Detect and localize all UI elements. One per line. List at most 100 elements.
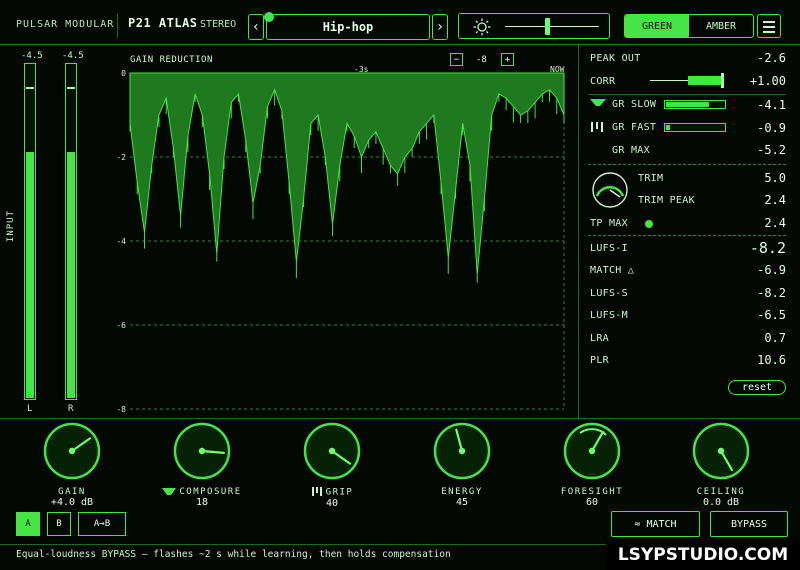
hamburger-icon-line <box>763 26 775 28</box>
time-marker-label: -3s <box>354 65 369 74</box>
watermark: LSYPSTUDIO.COM <box>606 539 800 570</box>
knob-label: COMPOSURE <box>157 487 247 497</box>
tp-max-indicator <box>645 220 653 228</box>
theme-green-option[interactable]: GREEN <box>625 15 689 37</box>
knob-value: +4.0 dB <box>50 497 94 508</box>
corr-value: +1.00 <box>749 74 786 88</box>
gr-max-label: GR MAX <box>612 145 650 156</box>
knob-label: ENERGY <box>417 487 507 497</box>
fast-bars-icon <box>591 122 603 132</box>
preset-modified-indicator <box>264 12 274 22</box>
slot-b-button[interactable]: B <box>47 512 71 536</box>
knob-dial[interactable] <box>562 421 622 481</box>
input-meter-right-peak <box>67 87 75 90</box>
knob-grip[interactable]: GRIP 40 <box>287 421 377 509</box>
knob-dial[interactable] <box>302 421 362 481</box>
theme-amber-option[interactable]: AMBER <box>689 15 753 37</box>
gain-reduction-series <box>129 72 565 283</box>
knob-label-text: CEILING <box>696 487 746 497</box>
bars-icon <box>311 487 326 498</box>
knob-value: 18 <box>195 497 209 508</box>
knob-value: 45 <box>455 497 469 508</box>
trim-dial[interactable] <box>590 170 630 210</box>
next-preset-button[interactable]: › <box>432 14 448 40</box>
reset-button[interactable]: reset <box>728 380 786 395</box>
knob-label-text: GRIP <box>325 487 354 498</box>
match-button[interactable]: ≈ MATCH <box>611 511 700 537</box>
peak-out-value: -2.6 <box>757 51 786 65</box>
input-left-label: L <box>27 404 33 414</box>
theme-toggle[interactable]: GREEN AMBER <box>624 14 754 38</box>
stats-divider <box>588 94 786 95</box>
input-meter-right <box>65 63 77 400</box>
hamburger-icon <box>763 21 775 23</box>
brand-label: PULSAR MODULAR <box>16 19 115 30</box>
knob-label: GAIN <box>27 487 117 497</box>
knob-label-text: GAIN <box>58 487 86 497</box>
trim-peak-label: TRIM PEAK <box>638 195 695 206</box>
knob-value: 0.0 dB <box>702 497 740 508</box>
y-tick-label: -8 <box>116 405 126 414</box>
knob-dial[interactable] <box>42 421 102 481</box>
match-value: -6.9 <box>757 263 786 277</box>
match-label: MATCH △ <box>590 265 635 276</box>
gain-reduction-graph: 0 -2 -4 -6 -8 -3s NOW <box>116 65 565 414</box>
input-meter-left-fill <box>26 151 34 398</box>
knob-label: CEILING <box>676 487 766 497</box>
knob-dial[interactable] <box>691 421 751 481</box>
header-divider-line <box>0 44 800 45</box>
input-meter-left-peak <box>26 87 34 90</box>
bypass-button[interactable]: BYPASS <box>710 511 788 537</box>
input-label: INPUT <box>6 210 16 243</box>
knob-value: 60 <box>585 497 599 508</box>
tp-max-value: 2.4 <box>764 216 786 230</box>
lra-value: 0.7 <box>764 331 786 345</box>
stats-divider <box>588 164 786 165</box>
knob-value: 40 <box>325 497 339 509</box>
preset-selector[interactable]: Hip-hop <box>266 14 430 40</box>
hamburger-icon-line <box>763 31 775 33</box>
y-tick-label: 0 <box>121 69 126 78</box>
funnel-icon <box>162 487 179 497</box>
y-tick-label: -2 <box>116 153 126 162</box>
knob-label: GRIP <box>287 487 377 498</box>
menu-button[interactable] <box>757 14 781 38</box>
y-tick-label: -6 <box>116 321 126 330</box>
graph-stats-divider <box>578 44 579 418</box>
lra-label: LRA <box>590 333 609 344</box>
gr-max-value: -5.2 <box>757 143 786 157</box>
prev-preset-button[interactable]: ‹ <box>248 14 264 40</box>
knob-dial[interactable] <box>432 421 492 481</box>
peak-out-label: PEAK OUT <box>590 53 641 64</box>
knob-foresight[interactable]: FORESIGHT 60 <box>547 421 637 508</box>
brightness-control <box>458 13 610 39</box>
knob-label: FORESIGHT <box>547 487 637 497</box>
lufs-i-value: -8.2 <box>749 239 786 257</box>
brightness-slider-thumb[interactable] <box>545 18 550 35</box>
knob-composure[interactable]: COMPOSURE 18 <box>157 421 247 508</box>
copy-a-to-b-button[interactable]: A→B <box>78 512 126 536</box>
slot-a-button[interactable]: A <box>16 512 40 536</box>
knob-dial[interactable] <box>172 421 232 481</box>
brightness-slider-track[interactable] <box>505 26 599 27</box>
lufs-s-label: LUFS-S <box>590 288 628 299</box>
input-meter-right-fill <box>67 151 75 398</box>
lufs-m-value: -6.5 <box>757 308 786 322</box>
stats-divider <box>588 235 786 236</box>
gr-fast-bar-fill <box>666 125 670 130</box>
gr-slow-value: -4.1 <box>757 98 786 112</box>
gain-reduction-area <box>129 72 565 275</box>
corr-label: CORR <box>590 76 616 87</box>
knob-label-text: ENERGY <box>441 487 483 497</box>
knob-ceiling[interactable]: CEILING 0.0 dB <box>676 421 766 508</box>
lufs-i-label: LUFS-I <box>590 243 628 254</box>
knob-energy[interactable]: ENERGY 45 <box>417 421 507 508</box>
knob-gain[interactable]: GAIN +4.0 dB <box>27 421 117 508</box>
knob-label-text: COMPOSURE <box>179 487 242 497</box>
gr-fast-value: -0.9 <box>757 121 786 135</box>
graph-y-ticks: 0 -2 -4 -6 -8 <box>116 69 126 414</box>
lufs-m-label: LUFS-M <box>590 310 628 321</box>
knobs-divider-line <box>0 418 800 419</box>
gr-fast-label: GR FAST <box>612 122 657 133</box>
trim-peak-value: 2.4 <box>764 193 786 207</box>
